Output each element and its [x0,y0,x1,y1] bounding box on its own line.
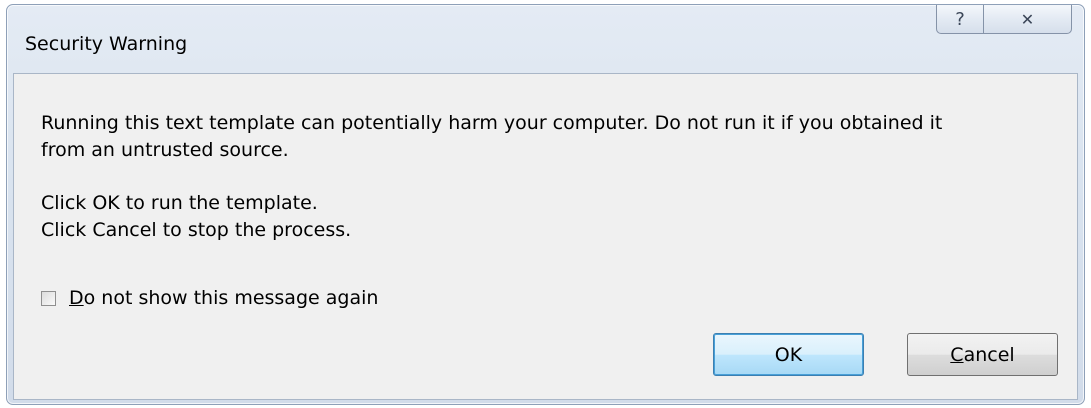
dont-show-again-checkbox[interactable] [41,290,56,306]
message-line: Running this text template can potential… [41,112,943,134]
label-text: o not show this message again [83,287,379,309]
security-warning-dialog: Security Warning ? ✕ Running this text t… [6,4,1085,405]
mnemonic: D [69,287,84,309]
help-icon: ? [955,8,965,30]
message-line: Click Cancel to stop the process. [41,219,352,241]
help-button[interactable]: ? [936,5,983,34]
cancel-label: Cancel [950,344,1014,366]
message-line: from an untrusted source. [41,139,289,161]
caption-buttons: ? ✕ [936,5,1072,34]
message-text: Running this text template can potential… [41,110,1051,244]
dialog-body: Running this text template can potential… [13,73,1078,400]
dont-show-again-option[interactable]: Do not show this message again [41,287,378,309]
mnemonic: C [950,343,964,366]
close-button[interactable]: ✕ [983,5,1072,34]
dont-show-again-label[interactable]: Do not show this message again [69,287,378,309]
dialog-title: Security Warning [25,33,188,55]
close-icon: ✕ [1020,9,1035,29]
ok-button[interactable]: OK [713,333,864,376]
message-line: Click OK to run the template. [41,192,318,214]
label-text: ancel [963,343,1015,366]
ok-label: OK [774,343,803,366]
cancel-button[interactable]: Cancel [907,333,1058,376]
